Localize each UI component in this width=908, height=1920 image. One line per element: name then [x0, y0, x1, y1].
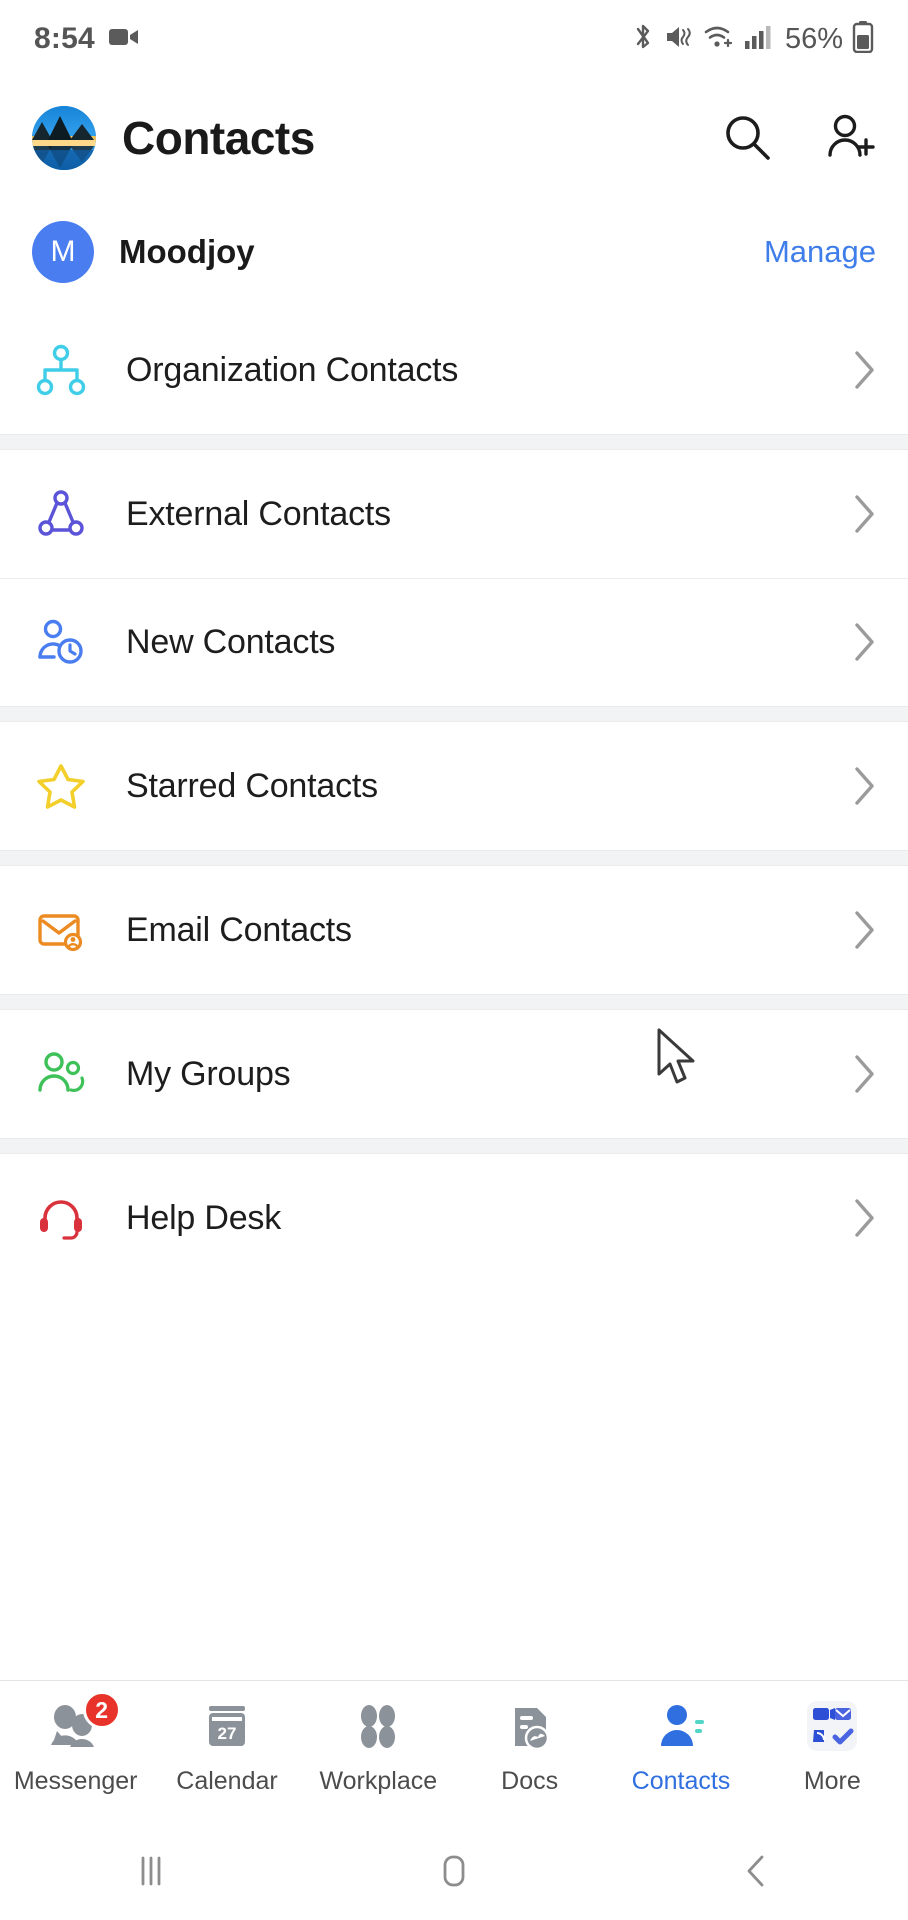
list-item-new-contacts[interactable]: New Contacts [0, 578, 908, 706]
list-item-label: New Contacts [126, 622, 336, 661]
list-item-organization-contacts[interactable]: Organization Contacts [0, 306, 908, 434]
mute-vibrate-icon [664, 23, 694, 56]
cellular-signal-icon [744, 24, 772, 55]
nav-item-workplace[interactable]: Workplace [303, 1697, 454, 1796]
list-item-label: Organization Contacts [126, 350, 459, 389]
list-item-label: My Groups [126, 1054, 291, 1093]
profile-avatar[interactable] [32, 106, 96, 170]
battery-icon [852, 20, 874, 58]
add-contact-icon[interactable] [822, 110, 878, 166]
nav-item-label: Workplace [319, 1767, 438, 1795]
network-triangle-icon [32, 488, 90, 540]
nav-item-label: Messenger [13, 1767, 138, 1795]
org-chart-icon [32, 344, 90, 396]
email-person-icon [32, 904, 90, 956]
group-separator [0, 706, 908, 722]
group-separator [0, 1138, 908, 1154]
more-apps-icon [805, 1697, 859, 1755]
person-clock-icon [32, 616, 90, 668]
app-bar: Contacts [0, 78, 908, 198]
list-item-starred-contacts[interactable]: Starred Contacts [0, 722, 908, 850]
status-bar-right: 56% [631, 20, 874, 58]
contacts-list: Organization Contacts External Contacts [0, 306, 908, 1680]
nav-item-calendar[interactable]: 27 Calendar [151, 1697, 302, 1796]
list-group: My Groups [0, 1010, 908, 1138]
star-icon [32, 760, 90, 812]
nav-item-label: Calendar [176, 1767, 278, 1795]
list-group: External Contacts New Contacts [0, 450, 908, 706]
docs-icon [504, 1697, 556, 1755]
chevron-right-icon [852, 1197, 878, 1239]
home-button[interactable] [303, 1849, 606, 1893]
bottom-navigation: 2 Messenger 27 Calendar Workplace Docs C… [0, 1680, 908, 1822]
list-group: Organization Contacts [0, 306, 908, 434]
wifi-icon [703, 23, 735, 56]
two-people-icon [32, 1048, 90, 1100]
nav-item-label: Docs [501, 1767, 559, 1795]
list-group: Help Desk [0, 1154, 908, 1282]
group-separator [0, 434, 908, 450]
list-item-label: Help Desk [126, 1198, 282, 1237]
nav-item-label: More [803, 1767, 861, 1795]
list-item-external-contacts[interactable]: External Contacts [0, 450, 908, 578]
app-bar-actions [720, 110, 878, 166]
list-item-my-groups[interactable]: My Groups [0, 1010, 908, 1138]
headset-icon [32, 1192, 90, 1244]
status-time: 8:54 [34, 22, 95, 55]
recents-button[interactable] [0, 1850, 303, 1892]
list-group: Starred Contacts [0, 722, 908, 850]
status-bar: 8:54 56% [0, 0, 908, 78]
list-empty-space [0, 1282, 908, 1680]
search-icon[interactable] [720, 110, 776, 166]
nav-item-label: Contacts [631, 1767, 731, 1795]
battery-percent: 56% [784, 22, 843, 55]
organization-avatar: M [32, 221, 94, 283]
svg-text:27: 27 [218, 1724, 237, 1743]
back-chevron-icon [747, 1855, 764, 1887]
chevron-right-icon [852, 493, 878, 535]
chevron-right-icon [852, 1053, 878, 1095]
home-icon [443, 1855, 465, 1887]
chevron-right-icon [852, 909, 878, 951]
contacts-person-icon [655, 1697, 707, 1755]
list-group: Email Contacts [0, 866, 908, 994]
chevron-right-icon [852, 765, 878, 807]
recents-icon [141, 1856, 161, 1886]
video-recording-icon [108, 26, 139, 53]
messenger-badge: 2 [82, 1691, 121, 1729]
list-item-label: Email Contacts [126, 910, 352, 949]
chevron-right-icon [852, 349, 878, 391]
group-separator [0, 994, 908, 1010]
list-item-help-desk[interactable]: Help Desk [0, 1154, 908, 1282]
list-item-label: Starred Contacts [126, 766, 378, 805]
phone-screen: 8:54 56% Contacts M Moodjoy Manage Organ… [0, 0, 908, 1920]
list-item-email-contacts[interactable]: Email Contacts [0, 866, 908, 994]
bluetooth-icon [631, 22, 655, 57]
system-navigation-bar [0, 1822, 908, 1920]
nav-item-docs[interactable]: Docs [454, 1697, 605, 1796]
page-title: Contacts [122, 112, 315, 164]
nav-item-contacts[interactable]: Contacts [605, 1697, 756, 1796]
nav-item-more[interactable]: More [757, 1697, 908, 1796]
nav-item-messenger[interactable]: 2 Messenger [0, 1691, 151, 1796]
back-button[interactable] [605, 1849, 908, 1893]
list-item-label: External Contacts [126, 494, 391, 533]
manage-link[interactable]: Manage [764, 234, 876, 270]
workplace-grid-icon [352, 1697, 404, 1755]
chevron-right-icon [852, 621, 878, 663]
group-separator [0, 850, 908, 866]
messenger-people-icon: 2 [45, 1691, 121, 1755]
organization-name: Moodjoy [119, 233, 255, 270]
organization-row[interactable]: M Moodjoy Manage [0, 198, 908, 306]
status-bar-left: 8:54 [34, 22, 139, 56]
calendar-icon: 27 [201, 1697, 253, 1755]
